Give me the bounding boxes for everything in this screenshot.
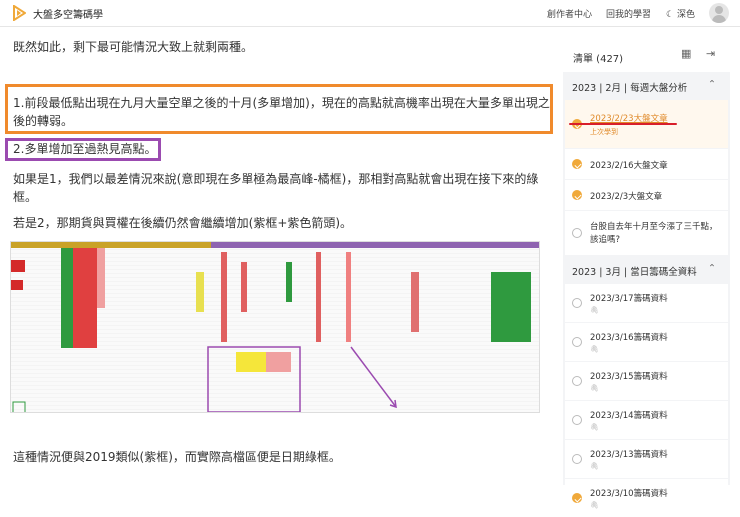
completed-check-icon: [572, 190, 582, 200]
lesson-item[interactable]: 2023/2/3大盤文章: [565, 180, 728, 210]
attachment-icon: 🖇: [590, 306, 599, 314]
lesson-title: 2023/2/3大盤文章: [590, 192, 663, 202]
brand-name[interactable]: 大盤多空籌碼學: [33, 6, 103, 21]
lesson-item[interactable]: 2023/3/13籌碼資料 🖇: [565, 440, 728, 478]
attachment-icon: 🖇: [590, 423, 599, 431]
lesson-title: 2023/3/16籌碼資料: [590, 333, 668, 343]
paragraph-option-1: 1.前段最低點出現在九月大量空單之後的十月(多單增加)，現在的高點就高機率出現在…: [13, 96, 550, 128]
spreadsheet-graphic: [11, 242, 539, 412]
attachment-icon: 🖇: [590, 345, 599, 353]
lesson-title: 2023/3/15籌碼資料: [590, 372, 668, 382]
lesson-title: 2023/3/14籌碼資料: [590, 411, 668, 421]
lesson-title: 2023/3/17籌碼資料: [590, 294, 668, 304]
course-sidebar: 清單 (427) ▦ ⇥ 2023 | 2月 | 每週大盤分析 ⌃ 2023/2/…: [563, 38, 730, 517]
sidebar-header: 清單 (427) ▦ ⇥: [563, 38, 730, 72]
paragraph: 若是2，那期貨與買權在後續仍然會繼續增加(紫框+紫色箭頭)。: [13, 216, 353, 230]
lesson-item[interactable]: 2023/2/16大盤文章: [565, 149, 728, 179]
incomplete-circle-icon: [572, 415, 582, 425]
completed-check-icon: [572, 493, 582, 503]
incomplete-circle-icon: [572, 298, 582, 308]
incomplete-circle-icon: [572, 376, 582, 386]
collapse-sidebar-icon[interactable]: ⇥: [706, 47, 715, 60]
avatar[interactable]: [709, 3, 729, 23]
paragraph: 既然如此，剩下最可能情況大致上就剩兩種。: [13, 40, 254, 54]
paragraph: 這種情況便與2019類似(紫框)，而實際高檔區便是日期綠框。: [13, 450, 341, 464]
chevron-up-icon[interactable]: ⌃: [708, 263, 716, 274]
incomplete-circle-icon: [572, 454, 582, 464]
incomplete-circle-icon: [572, 337, 582, 347]
section-header[interactable]: 2023 | 2月 | 每週大盤分析 ⌃: [563, 72, 730, 100]
lesson-title: 台股自去年十月至今漲了三千點，該追嗎?: [590, 222, 718, 245]
lesson-item[interactable]: 2023/3/16籌碼資料 🖇: [565, 323, 728, 361]
attachment-icon: 🖇: [590, 462, 599, 470]
theme-toggle[interactable]: ☾ 深色: [666, 7, 695, 20]
list-view-icon[interactable]: ▦: [681, 47, 691, 60]
nav-my-learning[interactable]: 回我的學習: [606, 7, 651, 20]
paragraph: 如果是1，我們以最差情況來說(意即現在多單極為最高峰-橘框)，那相對高點就會出現…: [13, 172, 539, 204]
nav-creator-center[interactable]: 創作者中心: [547, 7, 592, 20]
lesson-title: 2023/3/13籌碼資料: [590, 450, 668, 460]
completed-check-icon: [572, 159, 582, 169]
chevron-up-icon[interactable]: ⌃: [708, 79, 716, 90]
lesson-title: 2023/2/16大盤文章: [590, 161, 668, 171]
section-header[interactable]: 2023 | 3月 | 當日籌碼全資料 ⌃: [563, 256, 730, 284]
spreadsheet-image: [10, 241, 540, 413]
red-underline-annotation: [569, 123, 677, 125]
lesson-item[interactable]: 台股自去年十月至今漲了三千點，該追嗎?: [565, 211, 728, 255]
last-learned-label: 上次學到: [590, 128, 618, 136]
lesson-item[interactable]: 2023/2/23大盤文章 上次學到: [565, 100, 728, 148]
attachment-icon: 🖇: [590, 501, 599, 509]
top-header: 大盤多空籌碼學 創作者中心 回我的學習 ☾ 深色: [0, 0, 740, 27]
moon-icon: ☾: [666, 10, 677, 20]
lesson-item[interactable]: 2023/3/17籌碼資料 🖇: [565, 284, 728, 322]
logo-icon[interactable]: [12, 5, 26, 21]
paragraph-option-2: 2.多單增加至過熱見高點。: [13, 142, 157, 156]
incomplete-circle-icon: [572, 228, 582, 238]
sidebar-title: 清單 (427): [573, 54, 624, 65]
lesson-title: 2023/3/10籌碼資料: [590, 489, 668, 499]
attachment-icon: 🖇: [590, 384, 599, 392]
lesson-item[interactable]: 2023/3/15籌碼資料 🖇: [565, 362, 728, 400]
lesson-item[interactable]: 2023/3/14籌碼資料 🖇: [565, 401, 728, 439]
